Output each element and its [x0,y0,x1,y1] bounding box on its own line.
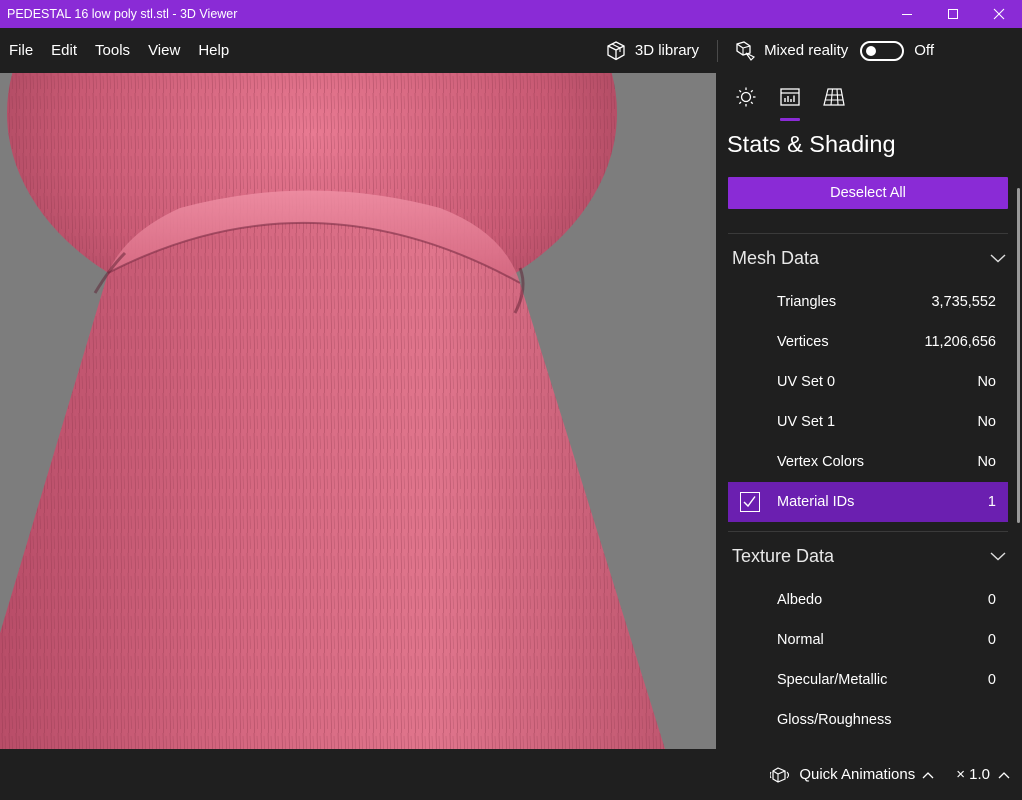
mesh-data-label: Mesh Data [732,247,820,268]
row-value: 0 [987,592,996,608]
mesh-row-triangles[interactable]: Triangles 3,735,552 [728,282,1008,322]
row-label: Material IDs [777,494,855,510]
menu-divider [717,39,719,62]
row-label: Albedo [777,592,823,608]
stats-icon [780,88,800,106]
status-bar: Quick Animations × 1.0 [0,749,1022,800]
row-label: UV Set 1 [777,414,836,430]
checkbox-checked[interactable] [740,492,760,512]
3d-library-label: 3D library [634,42,700,59]
animation-icon [770,766,790,783]
mesh-row-material-ids[interactable]: Material IDs 1 [728,482,1008,522]
texture-row-albedo[interactable]: Albedo 0 [728,580,1008,620]
toggle-state-label: Off [914,42,934,59]
pedestal-model [0,73,665,749]
tab-environment[interactable] [724,73,768,121]
minimize-button[interactable] [884,0,930,28]
mesh-row-uv-set-1[interactable]: UV Set 1 No [728,402,1008,442]
texture-row-gloss-roughness[interactable]: Gloss/Roughness [728,700,1008,740]
row-label: Specular/Metallic [777,672,888,688]
menu-edit[interactable]: Edit [43,28,85,73]
maximize-icon [948,9,958,19]
tab-grid-views[interactable] [812,73,856,121]
minimize-icon [902,14,912,15]
3d-viewport[interactable] [0,73,716,749]
row-value: 0 [987,672,996,688]
row-label: UV Set 0 [777,374,836,390]
sun-icon [736,87,756,107]
window-title: PEDESTAL 16 low poly stl.stl - 3D Viewer [7,7,238,21]
texture-data-label: Texture Data [732,545,835,566]
deselect-all-button[interactable]: Deselect All [728,177,1008,209]
mixed-reality-toggle[interactable] [860,40,905,61]
mesh-row-uv-set-0[interactable]: UV Set 0 No [728,362,1008,402]
speed-button[interactable]: × 1.0 [956,766,1010,783]
texture-data-header[interactable]: Texture Data [716,532,1022,580]
row-label: Vertex Colors [777,454,865,470]
tab-stats-shading[interactable] [768,73,812,121]
menu-view[interactable]: View [140,28,188,73]
mixed-reality-button[interactable]: Mixed reality [724,28,856,73]
quick-animations-button[interactable]: Quick Animations [770,766,934,784]
row-value: 3,735,552 [931,294,996,310]
menu-file[interactable]: File [1,28,41,73]
title-bar: PEDESTAL 16 low poly stl.stl - 3D Viewer [0,0,1022,28]
close-button[interactable] [976,0,1022,28]
close-icon [993,8,1005,20]
cube-icon [607,40,625,60]
mixed-reality-icon [736,40,756,61]
row-value: No [977,374,996,390]
mixed-reality-label: Mixed reality [764,42,849,59]
speed-label: × 1.0 [956,766,990,783]
mesh-row-vertex-colors[interactable]: Vertex Colors No [728,442,1008,482]
panel-tabs [716,73,1022,121]
chevron-down-icon [990,552,1006,561]
row-value: 11,206,656 [924,334,997,350]
toggle-knob [866,45,877,56]
row-value: No [977,414,996,430]
row-value: No [977,454,996,470]
row-value: 0 [987,632,996,648]
mesh-row-vertices[interactable]: Vertices 11,206,656 [728,322,1008,362]
menu-tools[interactable]: Tools [87,28,138,73]
texture-row-normal[interactable]: Normal 0 [728,620,1008,660]
menu-help[interactable]: Help [190,28,237,73]
chevron-down-icon [990,254,1006,263]
row-label: Normal [777,632,824,648]
stats-panel: Stats & Shading Deselect All Mesh Data T… [716,73,1022,749]
chevron-up-icon [922,771,934,778]
row-label: Triangles [777,294,837,310]
3d-library-button[interactable]: 3D library [593,28,711,73]
panel-title: Stats & Shading [727,131,896,157]
row-label: Vertices [777,334,829,350]
texture-row-specular-metallic[interactable]: Specular/Metallic 0 [728,660,1008,700]
maximize-button[interactable] [930,0,976,28]
chevron-up-icon [998,771,1010,778]
menu-bar: File Edit Tools View Help 3D library Mix… [0,28,1022,73]
panel-scrollbar[interactable] [1017,188,1020,523]
mesh-data-header[interactable]: Mesh Data [716,234,1022,282]
quick-animations-label: Quick Animations [799,766,916,783]
row-label: Gloss/Roughness [777,712,892,728]
row-value: 1 [987,494,996,510]
checkmark-icon [743,496,756,508]
grid-icon [823,88,845,106]
